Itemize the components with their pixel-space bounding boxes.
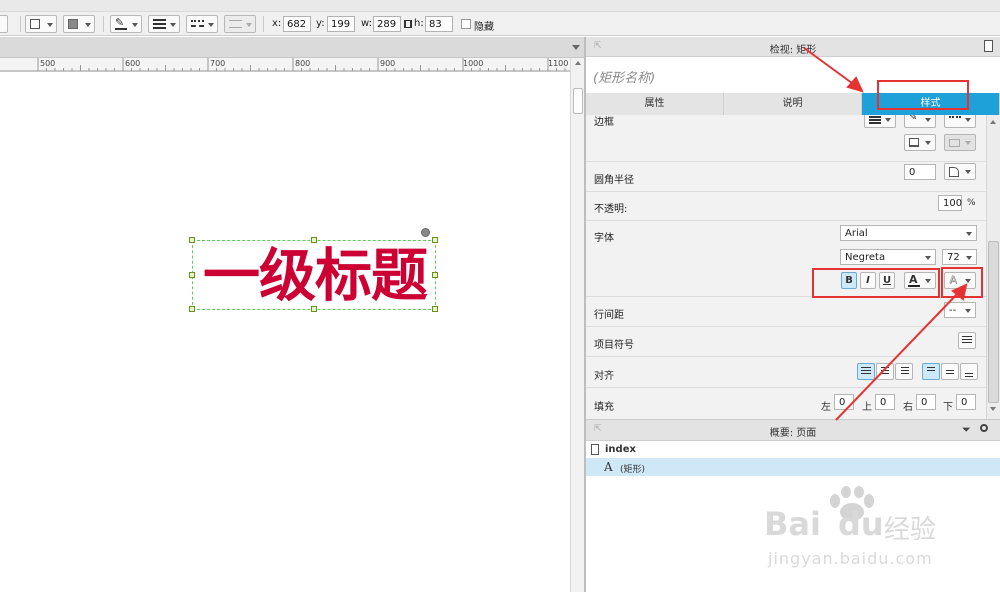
watermark-brand: Bai [764,505,821,543]
watermark-url: jingyan.baidu.com [768,549,933,568]
watermark-brand-du: du [838,505,884,543]
baidu-watermark: Bai du 经验 jingyan.baidu.com [760,485,980,575]
watermark-jingyan: 经验 [884,515,937,545]
